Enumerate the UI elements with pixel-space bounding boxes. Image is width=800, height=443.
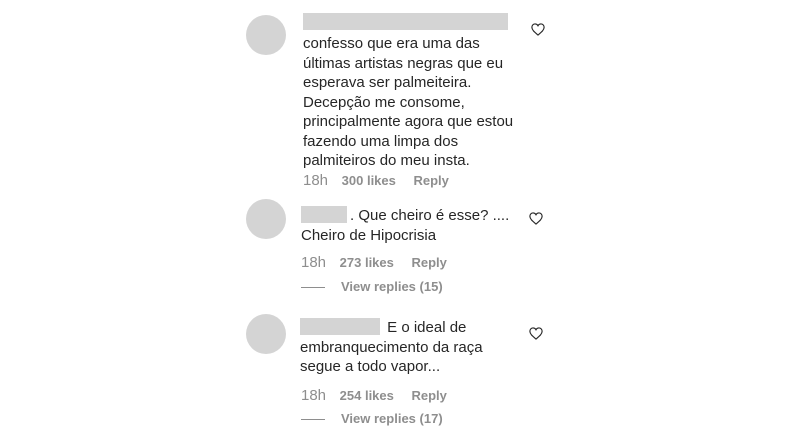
comment-text: E o ideal de embranquecimento da raça se… (300, 318, 483, 377)
comment-line: segue a todo vapor... (300, 358, 441, 375)
comment-text: confesso que era uma das últimas artista… (303, 34, 513, 171)
timestamp: 18h (301, 387, 327, 404)
view-replies-label: View replies (15) (341, 279, 443, 294)
replies-divider (301, 287, 325, 289)
comment-line: Cheiro de Hipocrisia (301, 226, 437, 244)
comment-meta: 18h 273 likes Reply (301, 254, 461, 271)
view-replies-button[interactable]: View replies (17) (301, 411, 443, 426)
likes-count[interactable]: 254 likes (340, 388, 394, 403)
comment-line: palmiteiros do meu insta. (303, 152, 470, 169)
reply-button[interactable]: Reply (412, 255, 447, 270)
heart-icon[interactable] (529, 327, 543, 340)
comment-line: embranquecimento da raça (300, 338, 483, 356)
redacted-username (301, 206, 347, 223)
comment-line: confesso que era uma das (303, 35, 480, 52)
reply-button[interactable]: Reply (414, 173, 449, 188)
likes-count[interactable]: 273 likes (340, 255, 394, 270)
view-replies-label: View replies (17) (341, 411, 443, 426)
likes-count[interactable]: 300 likes (342, 173, 396, 188)
avatar[interactable] (246, 199, 286, 239)
comment-first-line: E o ideal de (383, 319, 467, 336)
timestamp: 18h (303, 172, 329, 189)
comment-line: . Que cheiro é esse? .... (301, 206, 509, 226)
view-replies-button[interactable]: View replies (15) (301, 279, 443, 294)
redacted-username (300, 318, 380, 335)
redacted-username (303, 13, 508, 30)
heart-icon[interactable] (531, 23, 545, 36)
heart-icon[interactable] (529, 212, 543, 225)
comment-line: Decepção me consome, (303, 93, 465, 111)
comment-text: . Que cheiro é esse? .... Cheiro de Hipo… (301, 206, 509, 245)
avatar[interactable] (246, 15, 286, 55)
comment-line: principalmente agora que estou (303, 113, 514, 130)
comment-line: fazendo uma limpa dos (303, 132, 459, 150)
comment-meta: 18h 254 likes Reply (301, 387, 461, 404)
comment-line: esperava ser palmeiteira. (303, 74, 472, 91)
comment-first-line: . Que cheiro é esse? .... (350, 207, 510, 224)
replies-divider (301, 419, 325, 421)
comment-meta: 18h 300 likes Reply (303, 172, 463, 189)
comment-line: últimas artistas negras que eu (303, 54, 504, 72)
reply-button[interactable]: Reply (412, 388, 447, 403)
comment-line: E o ideal de (300, 318, 483, 338)
avatar[interactable] (246, 314, 286, 354)
timestamp: 18h (301, 254, 327, 271)
